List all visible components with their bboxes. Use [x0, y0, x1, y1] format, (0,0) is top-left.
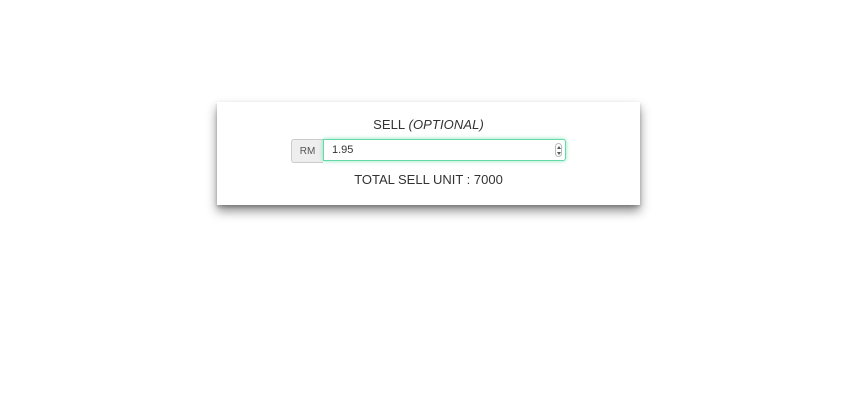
sell-heading: SELL (OPTIONAL): [217, 117, 640, 132]
total-sell-unit-text: TOTAL SELL UNIT : 7000: [354, 172, 503, 187]
number-stepper-icon[interactable]: [555, 143, 562, 157]
sell-price-input[interactable]: [324, 141, 532, 159]
sell-price-field-wrapper: [323, 139, 566, 161]
sell-price-input-group: RM: [291, 139, 566, 163]
sell-panel: SELL (OPTIONAL) RM TOTAL SELL UNIT : 700…: [217, 102, 640, 205]
currency-addon: RM: [291, 139, 323, 163]
stepper-down-arrow-icon[interactable]: [556, 151, 561, 155]
optional-label: (OPTIONAL): [408, 117, 484, 132]
sell-title: SELL: [373, 117, 405, 132]
stepper-up-arrow-icon[interactable]: [556, 145, 561, 149]
